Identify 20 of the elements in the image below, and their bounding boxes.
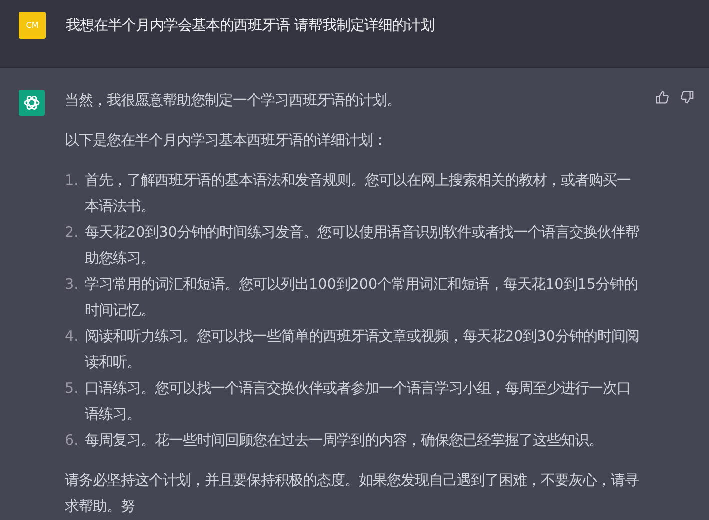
list-item-text: 阅读和听力练习。您可以找一些简单的西班牙语文章或视频，每天花20到30分钟的时间阅读和听。 xyxy=(85,328,640,373)
list-item-text: 首先，了解西班牙语的基本语法和发音规则。您可以在网上搜索相关的教材，或者购买一本语法书。 xyxy=(85,172,632,217)
list-number: 5. xyxy=(65,380,80,399)
thumbs-down-icon xyxy=(680,90,695,105)
list-item-text: 每天花20到30分钟的时间练习发音。您可以使用语音识别软件或者找一个语言交换伙伴帮助您练习。 xyxy=(85,224,640,269)
list-number: 3. xyxy=(65,276,80,295)
assistant-logo-icon xyxy=(19,90,45,116)
list-number: 6. xyxy=(65,432,80,451)
list-number: 1. xyxy=(65,172,80,191)
list-item-text: 口语练习。您可以找一个语言交换伙伴或者参加一个语言学习小组，每周至少进行一次口语练习。 xyxy=(85,380,632,425)
list-number: 2. xyxy=(65,224,80,243)
list-item-text: 每周复习。花一些时间回顾您在过去一周学到的内容，确保您已经掌握了这些知识。 xyxy=(85,432,604,451)
reply-text: 请务必坚持这个计划，并且要保持积极的态度。如果您发现自己遇到了困难，不要灰心，请寻求帮助。努 xyxy=(65,472,640,517)
list-item-text: 学习常用的词汇和短语。您可以列出100到200个常用词汇和短语，每天花10到15分钟的时间记忆。 xyxy=(85,276,639,321)
reply-text: 以下是您在半个月内学习基本西班牙语的详细计划： xyxy=(65,132,388,151)
thumbs-up-icon xyxy=(655,90,670,105)
user-message: 我想在半个月内学会基本的西班牙语 请帮我制定详细的计划 xyxy=(66,16,435,35)
list-number: 4. xyxy=(65,328,80,347)
user-avatar: CM xyxy=(19,12,46,39)
reply-text: 当然，我很愿意帮助您制定一个学习西班牙语的计划。 xyxy=(65,92,402,111)
